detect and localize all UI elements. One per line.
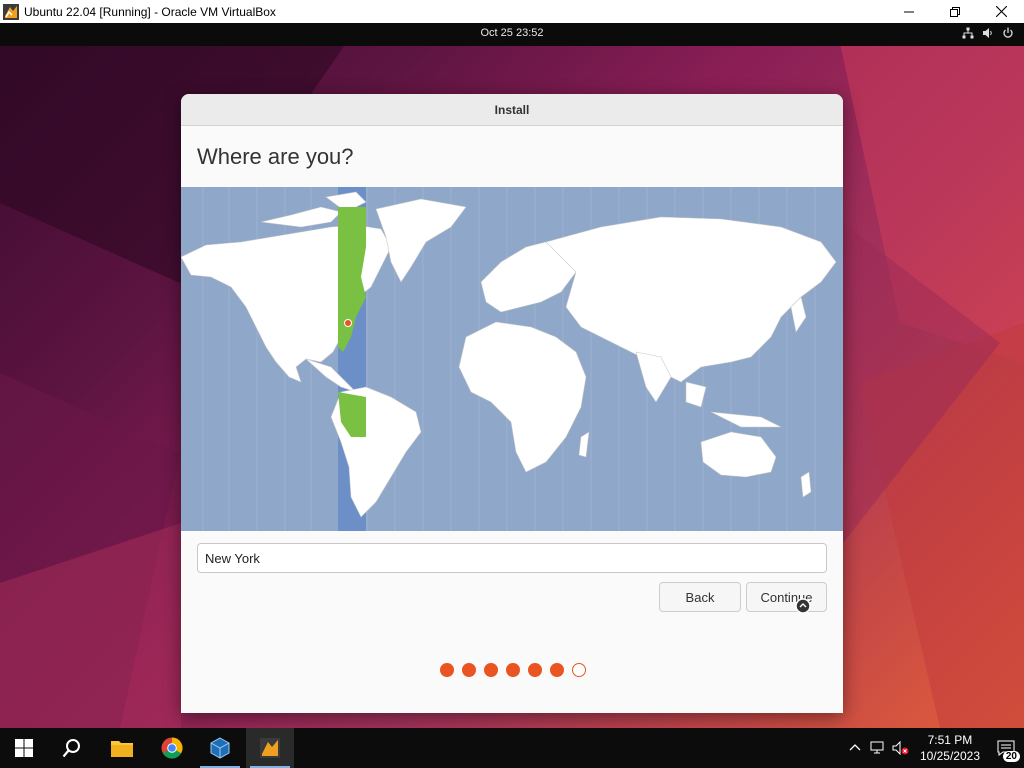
search-button[interactable] <box>48 728 96 768</box>
windows-start-icon <box>15 739 33 757</box>
notification-center-button[interactable]: 20 <box>988 728 1024 768</box>
volume-icon <box>983 28 992 38</box>
minimize-button[interactable] <box>886 0 932 23</box>
network-icon <box>962 27 974 39</box>
timezone-map[interactable] <box>181 187 843 531</box>
location-pin-icon <box>344 319 352 327</box>
close-icon <box>995 6 1007 17</box>
start-button[interactable] <box>0 728 48 768</box>
system-tray: 7:51 PM 10/25/2023 20 <box>848 728 1024 768</box>
show-hidden-icons-icon[interactable] <box>848 741 862 755</box>
virtualbox-app-icon <box>3 3 19 20</box>
timezone-search-input[interactable] <box>197 543 827 573</box>
progress-dot <box>462 663 476 677</box>
window-title: Ubuntu 22.04 [Running] - Oracle VM Virtu… <box>24 4 276 19</box>
progress-dot <box>528 663 542 677</box>
virtualbox-vm-icon <box>260 738 280 758</box>
file-explorer-icon <box>111 741 133 757</box>
minimize-icon <box>904 11 914 12</box>
file-explorer-button[interactable] <box>98 728 146 768</box>
continue-button[interactable]: Continue <box>746 582 827 612</box>
progress-dot <box>484 663 498 677</box>
vm-display: Oct 25 23:52 Install Where are you? New … <box>0 23 1024 728</box>
installer-titlebar: Install <box>181 94 843 126</box>
mouse-cursor-icon <box>795 598 811 614</box>
restore-button[interactable] <box>932 0 978 23</box>
network-icon[interactable] <box>870 741 886 755</box>
system-status-menu[interactable] <box>962 27 1014 39</box>
notification-count-badge: 20 <box>1002 751 1020 762</box>
progress-dot <box>550 663 564 677</box>
virtualbox-vm-taskbar-button[interactable] <box>246 728 294 768</box>
taskbar-date: 10/25/2023 <box>919 749 980 763</box>
progress-dot <box>506 663 520 677</box>
virtualbox-icon <box>210 737 230 759</box>
taskbar-time: 7:51 PM <box>927 733 973 747</box>
progress-dot <box>572 663 586 677</box>
page-heading: Where are you? <box>197 144 354 169</box>
installer-window: Install Where are you? New York Back Con… <box>181 94 843 713</box>
chrome-button[interactable] <box>148 728 196 768</box>
virtualbox-manager-button[interactable] <box>196 728 244 768</box>
back-button[interactable]: Back <box>659 582 741 612</box>
close-button[interactable] <box>978 0 1024 23</box>
progress-dot <box>440 663 454 677</box>
install-progress-dots <box>440 663 586 677</box>
volume-muted-icon[interactable] <box>892 741 910 755</box>
restore-icon <box>950 6 960 17</box>
installer-title: Install <box>494 102 530 117</box>
search-icon <box>62 739 80 758</box>
power-icon <box>1003 27 1013 38</box>
gnome-clock[interactable]: Oct 25 23:52 <box>0 27 1024 39</box>
taskbar-clock[interactable]: 7:51 PM 10/25/2023 <box>920 732 980 764</box>
virtualbox-titlebar: Ubuntu 22.04 [Running] - Oracle VM Virtu… <box>0 0 1024 23</box>
world-map <box>181 187 843 531</box>
windows-taskbar: 7:51 PM 10/25/2023 20 <box>0 728 1024 768</box>
gnome-top-bar: Oct 25 23:52 <box>0 23 1024 46</box>
chrome-icon <box>161 737 183 759</box>
